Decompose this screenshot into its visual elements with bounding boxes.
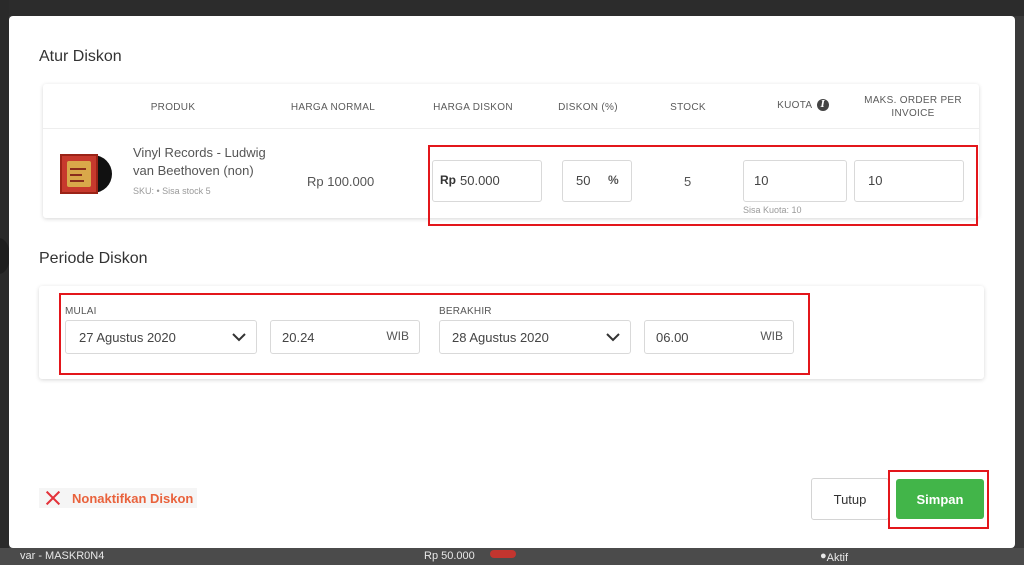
- mulai-time-value: 20.24: [282, 330, 315, 345]
- discount-modal: Atur Diskon PRODUK HARGA NORMAL HARGA DI…: [9, 16, 1015, 548]
- background-price-text: Rp 50.000: [424, 550, 475, 562]
- berakhir-time-value: 06.00: [656, 330, 689, 345]
- sisa-kuota-hint: Sisa Kuota: 10: [743, 205, 802, 215]
- tutup-button[interactable]: Tutup: [811, 478, 889, 520]
- product-sku: SKU: • Sisa stock 5: [133, 186, 211, 196]
- header-harga-normal: HARGA NORMAL: [290, 102, 376, 113]
- header-harga-diskon: HARGA DISKON: [433, 102, 513, 113]
- close-icon: [43, 488, 63, 508]
- kuota-input[interactable]: 10: [743, 160, 847, 202]
- berakhir-timezone: WIB: [760, 329, 783, 343]
- berakhir-date-value: 28 Agustus 2020: [452, 330, 549, 345]
- header-diskon-persen: DISKON (%): [558, 102, 618, 113]
- nonaktifkan-diskon-label: Nonaktifkan Diskon: [72, 490, 194, 506]
- kuota-value: 10: [754, 173, 769, 188]
- background-badge: [490, 550, 516, 558]
- percent-suffix: %: [608, 173, 619, 187]
- product-name: Vinyl Records - Ludwig van Beethoven (no…: [133, 145, 266, 178]
- header-kuota: KUOTA i: [753, 99, 853, 112]
- background-header: [0, 0, 1024, 16]
- product-thumbnail: [60, 154, 112, 194]
- header-maks-order-line2: INVOICE: [891, 108, 935, 119]
- mulai-date-value: 27 Agustus 2020: [79, 330, 176, 345]
- diskon-persen-input[interactable]: 50 %: [562, 160, 632, 202]
- header-kuota-label: KUOTA: [777, 100, 812, 111]
- currency-prefix: Rp: [440, 173, 456, 187]
- info-icon[interactable]: i: [816, 99, 829, 112]
- background-variant-text: var - MASKR0N4: [20, 550, 105, 562]
- background-status-text: ● Aktif: [820, 550, 849, 564]
- maks-order-input[interactable]: 10: [854, 160, 964, 202]
- harga-diskon-value: 50.000: [460, 173, 500, 188]
- maks-order-value: 10: [868, 173, 883, 188]
- harga-normal-value: Rp 100.000: [307, 174, 375, 189]
- berakhir-date-select[interactable]: 28 Agustus 2020: [439, 320, 631, 354]
- header-maks-order: MAKS. ORDER PER INVOICE: [858, 94, 968, 120]
- periode-card: MULAI 27 Agustus 2020 20.24 WIB BERAKHIR…: [39, 286, 984, 379]
- table-divider: [43, 128, 979, 129]
- header-produk: PRODUK: [150, 102, 196, 113]
- berakhir-label: BERAKHIR: [439, 306, 492, 317]
- nonaktifkan-diskon-button[interactable]: Nonaktifkan Diskon: [39, 488, 198, 508]
- chevron-down-icon: [232, 333, 246, 342]
- section-title-periode-diskon: Periode Diskon: [39, 250, 148, 267]
- header-maks-order-line1: MAKS. ORDER PER: [864, 95, 962, 106]
- harga-diskon-input[interactable]: Rp 50.000: [432, 160, 542, 202]
- mulai-time-input[interactable]: 20.24 WIB: [270, 320, 420, 354]
- background-left: [0, 0, 9, 565]
- simpan-button[interactable]: Simpan: [896, 479, 984, 519]
- album-sleeve: [60, 154, 98, 194]
- mulai-timezone: WIB: [386, 329, 409, 343]
- discount-table: PRODUK HARGA NORMAL HARGA DISKON DISKON …: [43, 84, 979, 218]
- chevron-down-icon: [606, 333, 620, 342]
- mulai-label: MULAI: [65, 306, 97, 317]
- stock-value: 5: [684, 174, 692, 189]
- header-stock: STOCK: [670, 102, 706, 113]
- diskon-persen-value: 50: [576, 173, 591, 188]
- section-title-atur-diskon: Atur Diskon: [39, 48, 122, 65]
- mulai-date-select[interactable]: 27 Agustus 2020: [65, 320, 257, 354]
- berakhir-time-input[interactable]: 06.00 WIB: [644, 320, 794, 354]
